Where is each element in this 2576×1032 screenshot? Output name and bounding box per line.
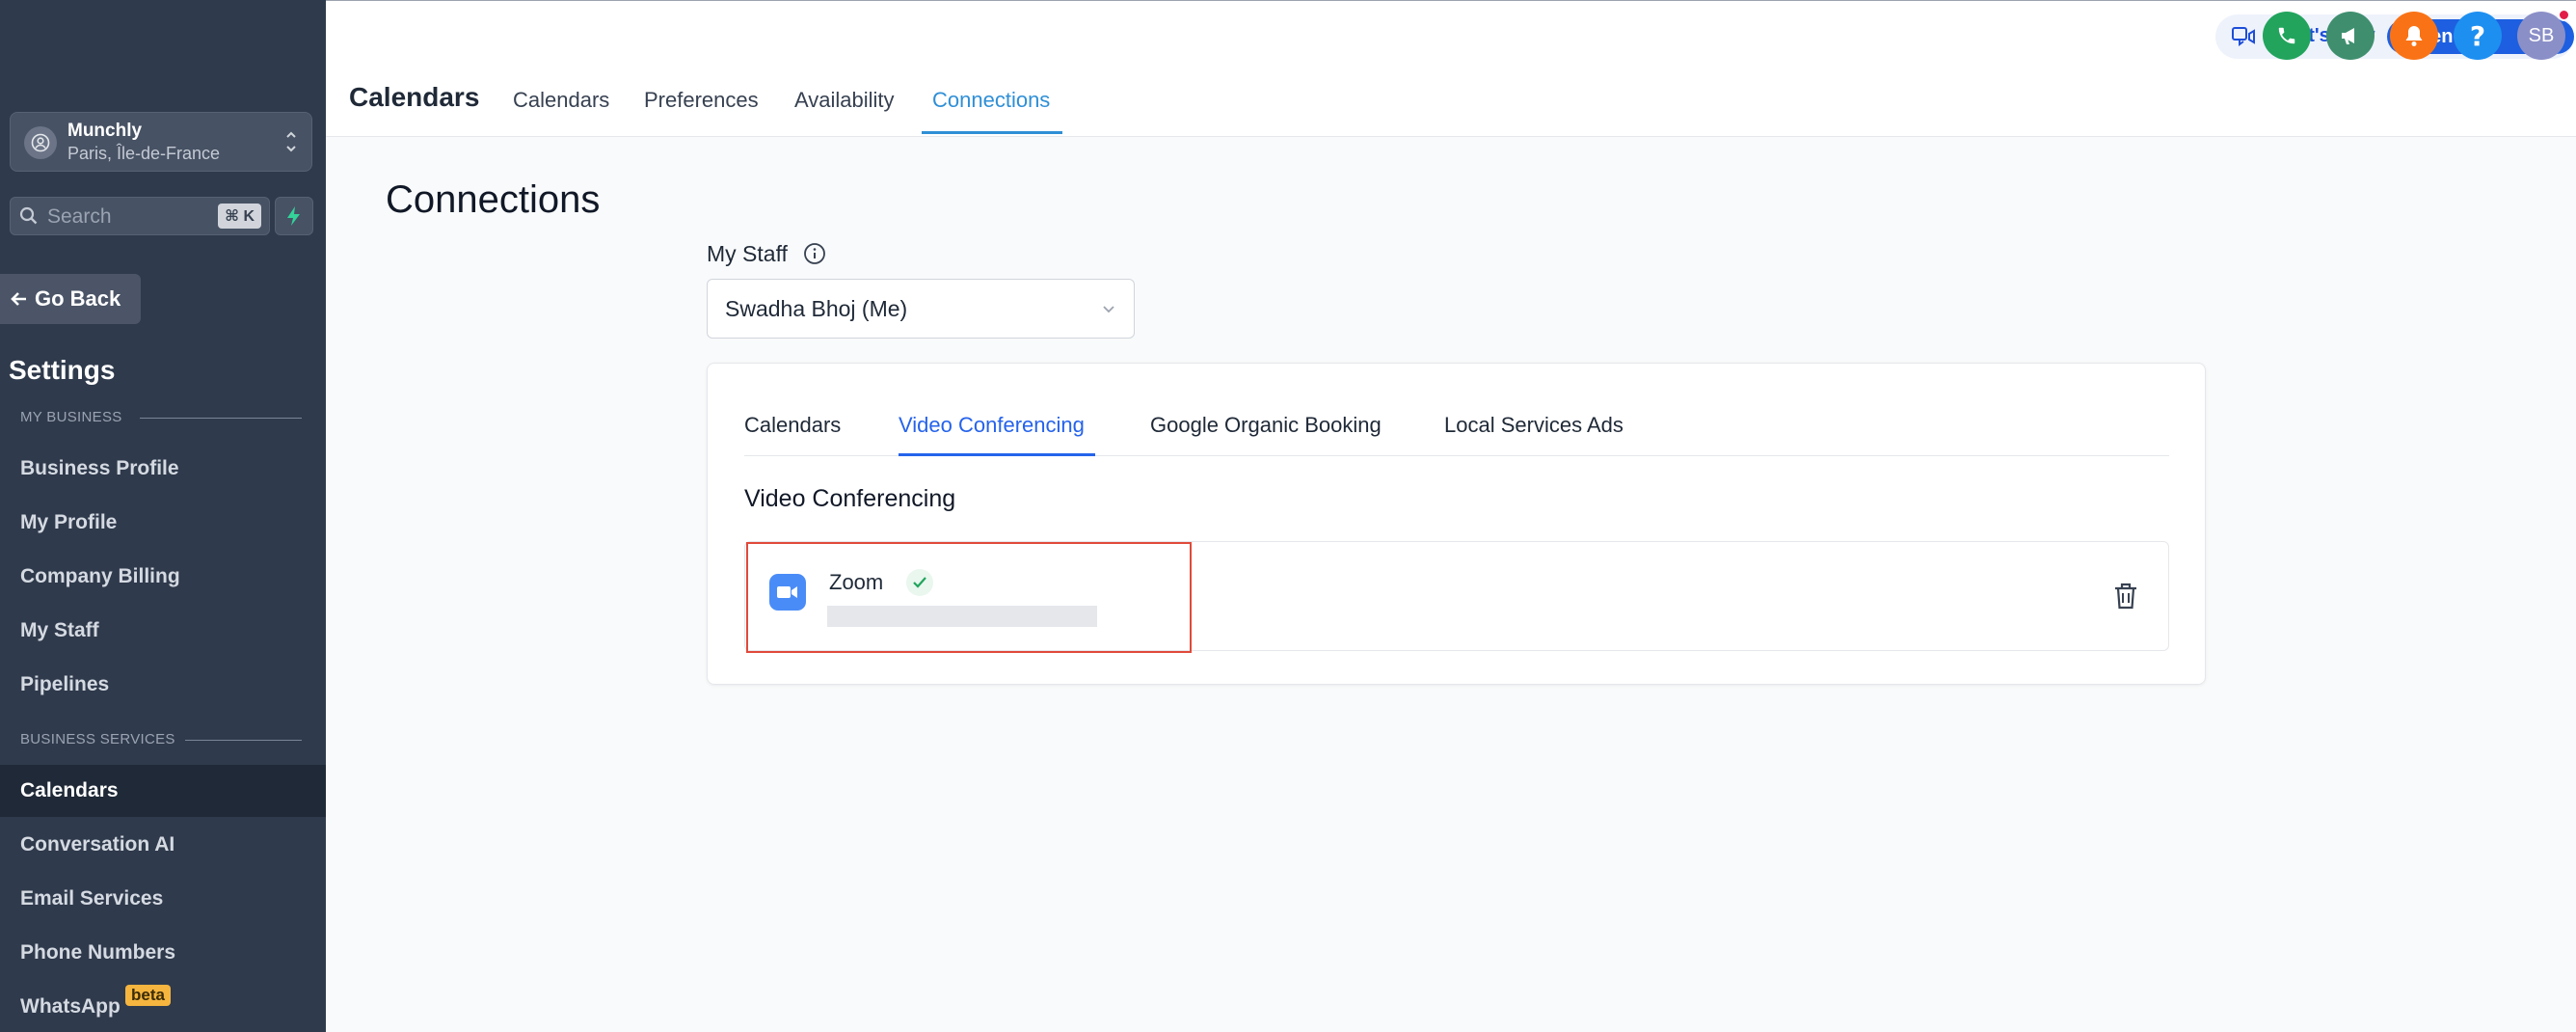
beta-badge: beta <box>125 985 171 1006</box>
go-back-label: Go Back <box>35 286 121 311</box>
sidebar-item-company-billing[interactable]: Company Billing <box>0 551 326 603</box>
tab-preferences[interactable]: Preferences <box>644 88 759 113</box>
page-title: Connections <box>386 178 601 221</box>
section-heading: Video Conferencing <box>744 485 956 512</box>
sidebar-item-business-profile[interactable]: Business Profile <box>0 443 326 495</box>
search-icon <box>18 205 40 231</box>
search-shortcut: ⌘ K <box>218 204 261 229</box>
active-tab-indicator <box>922 131 1062 134</box>
search-input[interactable]: Search ⌘ K <box>10 197 270 235</box>
tab-calendars[interactable]: Calendars <box>513 88 609 113</box>
phone-button[interactable] <box>2263 12 2311 60</box>
user-avatar[interactable]: SB <box>2517 12 2565 60</box>
megaphone-icon <box>2342 28 2354 44</box>
section-label-my-business: MY BUSINESS <box>20 409 122 425</box>
account-name: Munchly <box>67 121 143 141</box>
check-icon <box>906 569 933 596</box>
help-button[interactable]: ? <box>2454 12 2502 60</box>
announcements-button[interactable] <box>2326 12 2375 60</box>
tab-google-organic-booking[interactable]: Google Organic Booking <box>1150 413 1382 438</box>
settings-title: Settings <box>9 355 116 385</box>
sidebar-item-my-profile[interactable]: My Profile <box>0 497 326 549</box>
account-switcher[interactable]: Munchly Paris, Île-de-France <box>10 112 312 172</box>
megaphone-icon <box>2231 25 2256 53</box>
arrow-left-icon <box>11 292 26 306</box>
go-back-button[interactable]: Go Back <box>0 274 141 324</box>
tab-availability[interactable]: Availability <box>794 88 895 113</box>
tab-connections[interactable]: Connections <box>932 88 1050 113</box>
chevron-updown-icon <box>284 126 298 162</box>
tab-video-conferencing[interactable]: Video Conferencing <box>899 413 1085 438</box>
tab-card-calendars[interactable]: Calendars <box>744 413 841 438</box>
sidebar-item-email-services[interactable]: Email Services <box>0 873 326 925</box>
sidebar: Munchly Paris, Île-de-France Search ⌘ K … <box>0 0 326 1032</box>
section-divider <box>140 418 302 419</box>
active-tab-indicator <box>899 453 1095 456</box>
zoom-account-placeholder <box>827 606 1097 627</box>
sidebar-item-my-staff[interactable]: My Staff <box>0 605 326 657</box>
search-placeholder: Search <box>47 205 112 228</box>
page-header-title: Calendars <box>349 82 480 112</box>
question-icon: ? <box>2469 19 2486 52</box>
tab-local-services-ads[interactable]: Local Services Ads <box>1444 413 1623 438</box>
trash-icon[interactable] <box>2112 582 2139 615</box>
staff-label: My Staff <box>707 241 788 266</box>
bolt-icon <box>287 206 300 226</box>
account-location: Paris, Île-de-France <box>67 144 221 163</box>
zoom-highlight-box <box>746 542 1192 653</box>
sidebar-item-phone-numbers[interactable]: Phone Numbers <box>0 927 326 979</box>
phone-icon <box>2278 27 2295 44</box>
notifications-button[interactable] <box>2390 12 2438 60</box>
zoom-icon <box>769 574 806 611</box>
account-icon <box>24 126 57 159</box>
chevron-down-icon <box>1101 301 1116 321</box>
sidebar-item-conversation-ai[interactable]: Conversation AI <box>0 819 326 871</box>
info-icon[interactable] <box>803 242 826 270</box>
bell-icon <box>2405 26 2423 46</box>
zoom-name: Zoom <box>829 570 884 594</box>
quick-actions-button[interactable] <box>275 197 313 235</box>
section-divider <box>185 740 302 741</box>
section-label-business-services: BUSINESS SERVICES <box>20 731 175 747</box>
sidebar-item-pipelines[interactable]: Pipelines <box>0 659 326 711</box>
sidebar-item-calendars[interactable]: Calendars <box>0 765 326 817</box>
top-bar: What's New Calendar Updates ? SB Calenda… <box>326 0 2576 137</box>
staff-select-value: Swadha Bhoj (Me) <box>725 296 908 321</box>
staff-select[interactable]: Swadha Bhoj (Me) <box>707 279 1135 339</box>
